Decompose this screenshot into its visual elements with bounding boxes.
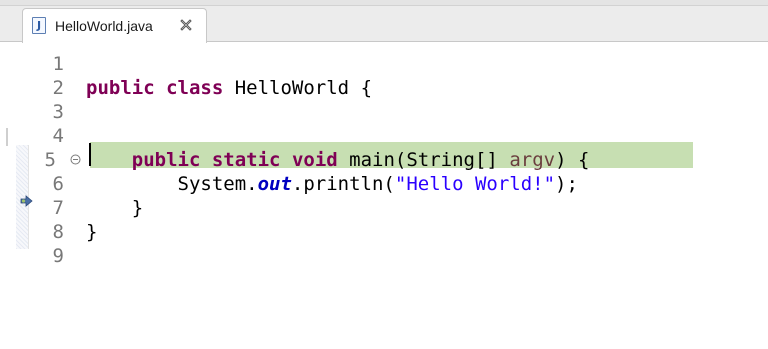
token-plain: ) { (555, 149, 590, 171)
line-number: 2 (52, 77, 64, 99)
token-keyword: public (86, 77, 155, 99)
text-caret (89, 143, 91, 166)
line-number: 6 (52, 173, 64, 195)
token-plain: .println( (291, 173, 395, 195)
token-keyword: class (166, 77, 224, 99)
token-keyword: public (131, 149, 201, 171)
code-area[interactable]: 1 2 public class HelloWorld { 3 4 5 public st… (0, 50, 768, 349)
code-line-9[interactable]: 9 (0, 244, 768, 268)
token-string: "Hello World!" (394, 173, 556, 195)
token-keyword: static (211, 149, 281, 171)
token-plain: } (86, 197, 144, 219)
code-line-5[interactable]: 5 public static void main(String[] argv)… (0, 148, 768, 172)
tab-bar-top-strip (0, 0, 768, 6)
line-number: 8 (52, 221, 64, 243)
line-text: public class HelloWorld { (86, 76, 372, 100)
token-keyword: void (291, 149, 338, 171)
token-plain: HelloWorld { (223, 77, 373, 99)
code-line-7[interactable]: 7 } (0, 196, 768, 220)
line-number: 1 (52, 53, 64, 75)
token-plain: System. (86, 173, 258, 195)
token-parameter: argv (509, 149, 556, 171)
minus-circle-icon[interactable] (70, 154, 81, 165)
tab-helloworld-java[interactable]: J HelloWorld.java (22, 8, 207, 43)
tab-label: HelloWorld.java (55, 18, 153, 34)
code-line-3[interactable]: 3 (0, 100, 768, 124)
code-line-4[interactable]: 4 (0, 124, 768, 148)
line-number: 7 (52, 197, 64, 219)
code-line-2[interactable]: 2 public class HelloWorld { (0, 76, 768, 100)
line-number: 9 (52, 245, 64, 267)
line-number: 3 (52, 101, 64, 123)
token-plain: ); (555, 173, 578, 195)
token-plain: } (86, 221, 98, 243)
code-line-6[interactable]: 6 System.out.println("Hello World!"); (0, 172, 768, 196)
line-text: } (86, 196, 143, 220)
code-line-8[interactable]: 8} (0, 220, 768, 244)
close-icon[interactable] (178, 17, 194, 33)
line-text: } (86, 220, 97, 244)
token-static-field: out (257, 173, 292, 195)
line-number: 4 (52, 125, 64, 147)
code-line-1[interactable]: 1 (0, 52, 768, 76)
line-text: System.out.println("Hello World!"); (86, 172, 578, 196)
token-plain: main(String[] (337, 149, 510, 171)
java-editor: J HelloWorld.java 1 2 public class HelloWo… (0, 0, 768, 349)
line-text: public static void main(String[] argv) { (86, 148, 590, 172)
editor-tab-bar: J HelloWorld.java (0, 0, 768, 43)
line-number: 5 (44, 149, 56, 171)
java-file-icon: J (32, 17, 46, 34)
